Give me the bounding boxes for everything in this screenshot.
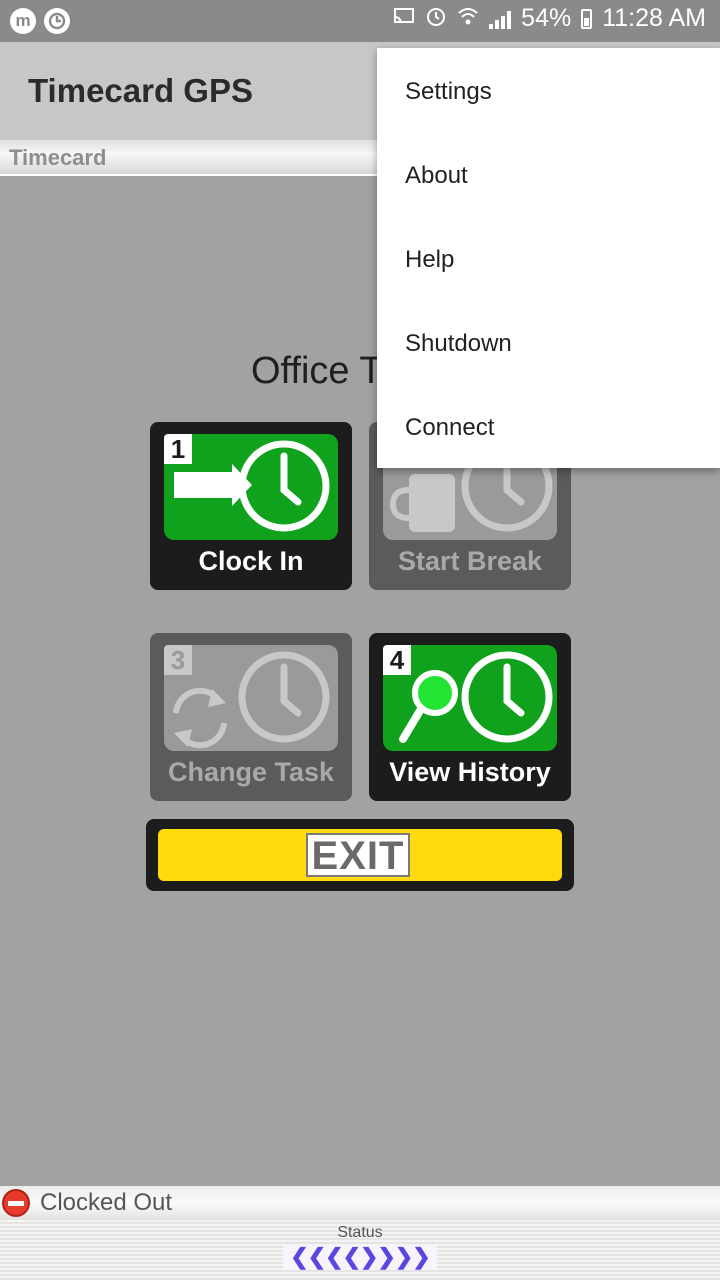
tile-number: 4 — [383, 645, 411, 675]
app-notification-icon: m — [10, 8, 36, 34]
change-task-button[interactable]: 3 Change Task — [150, 633, 352, 801]
app-title: Timecard GPS — [28, 72, 253, 109]
signal-icon — [489, 9, 512, 29]
office-title: Office T — [251, 350, 383, 392]
tile-label: Clock In — [198, 546, 304, 576]
change-task-icon: 3 — [164, 645, 338, 751]
clock-status-text: Clocked Out — [40, 1189, 173, 1216]
battery-percent: 54% — [521, 4, 572, 32]
status-indicator: ❮❮❮❮❯❯❯❯ — [283, 1244, 437, 1270]
menu-item-help[interactable]: Help — [405, 246, 454, 274]
tile-number: 3 — [164, 645, 192, 675]
menu-item-shutdown[interactable]: Shutdown — [405, 330, 512, 358]
clocked-out-icon — [2, 1189, 30, 1217]
overflow-menu: Settings About Help Shutdown Connect — [377, 48, 720, 468]
exit-button[interactable]: EXIT — [146, 819, 574, 891]
exit-label: EXIT — [306, 833, 410, 877]
tab-timecard[interactable]: Timecard — [9, 145, 106, 171]
battery-icon — [581, 8, 593, 29]
tile-label: Change Task — [167, 757, 335, 787]
menu-item-about[interactable]: About — [405, 162, 468, 190]
tile-label: Start Break — [397, 546, 543, 576]
wifi-icon — [457, 6, 479, 32]
status-bar: m 54% 11:28 AM — [0, 0, 720, 42]
view-history-icon: 4 — [383, 645, 557, 751]
clock-status-bar: Clocked Out — [0, 1186, 720, 1220]
clock-in-icon: 1 — [164, 434, 338, 540]
tile-label: View History — [389, 757, 551, 787]
alarm-icon — [425, 5, 447, 33]
menu-item-connect[interactable]: Connect — [405, 414, 494, 442]
clock-time: 11:28 AM — [602, 4, 706, 32]
clock-notification-icon — [44, 8, 70, 34]
cast-icon — [393, 7, 415, 31]
status-strip: Status ❮❮❮❮❯❯❯❯ — [0, 1220, 720, 1280]
clock-in-button[interactable]: 1 Clock In — [150, 422, 352, 590]
menu-item-settings[interactable]: Settings — [405, 78, 492, 106]
status-label: Status — [337, 1224, 383, 1241]
notification-badge-text: m — [15, 11, 31, 30]
view-history-button[interactable]: 4 View History — [369, 633, 571, 801]
exit-bar: EXIT — [158, 829, 562, 881]
tile-number: 1 — [164, 434, 192, 464]
